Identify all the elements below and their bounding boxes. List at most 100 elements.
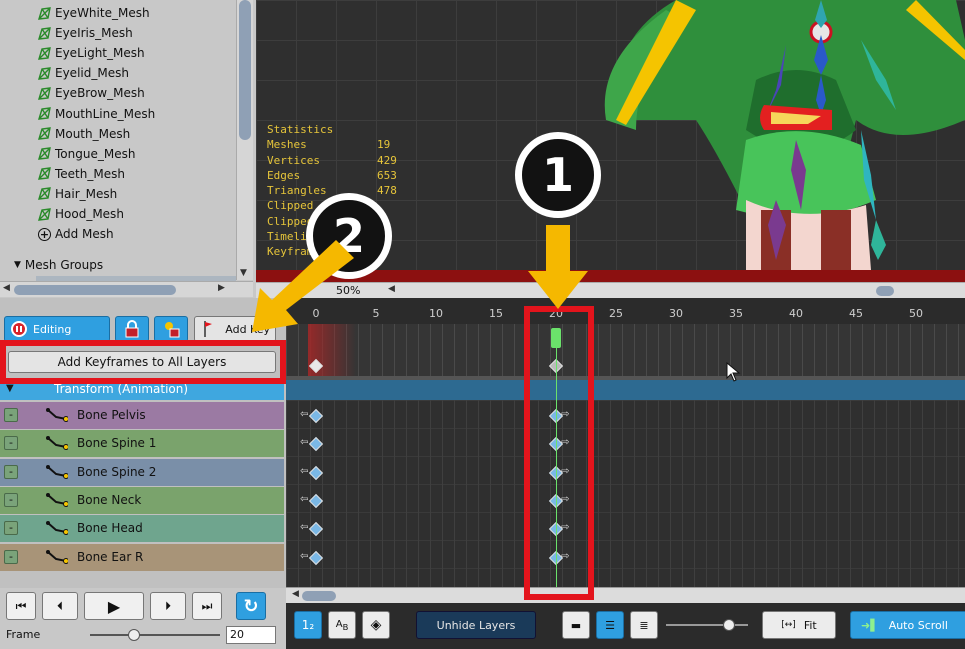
scroll-thumb[interactable] [14, 285, 176, 295]
mesh-item[interactable]: Eyelid_Mesh [38, 63, 129, 83]
row-height-medium-button[interactable]: ☰ [596, 611, 624, 639]
frame-slider-knob[interactable] [128, 629, 140, 641]
mesh-label: Mouth_Mesh [55, 126, 131, 141]
mesh-icon [38, 207, 51, 221]
timeline-ruler[interactable]: 0 5 10 15 20 25 30 35 40 45 50 [286, 306, 965, 324]
mesh-label: Tongue_Mesh [55, 146, 136, 161]
bone-icon [46, 521, 68, 536]
statistic-key: Meshes [267, 138, 307, 152]
collapse-button[interactable]: - [4, 492, 18, 507]
add-mesh-item[interactable]: + Add Mesh [38, 224, 114, 244]
mesh-item[interactable]: Hair_Mesh [38, 184, 117, 204]
callout-arrow-diagonal-icon [252, 240, 354, 332]
mesh-item[interactable]: EyeBrow_Mesh [38, 83, 145, 103]
keyframe-handle-arrow-icon[interactable]: ⇦ [300, 551, 308, 562]
mesh-groups-header[interactable]: ▼ Mesh Groups [14, 255, 103, 275]
scroll-right-arrow-icon[interactable]: ▶ [218, 283, 225, 293]
timeline-header-track[interactable] [286, 318, 965, 376]
mesh-item[interactable]: Teeth_Mesh [38, 164, 125, 184]
loop-icon: ↻ [243, 595, 259, 617]
next-frame-button[interactable]: ⏵ [150, 592, 186, 620]
scroll-thumb[interactable] [239, 0, 251, 140]
timeline-panel[interactable]: 0 5 10 15 20 25 30 35 40 45 50 ⇦ ⇨ ⇦ ⇨ ⇦ ⇨ ⇦ ⇨ ⇦ ⇨ ⇦ ⇨ [286, 298, 965, 600]
mesh-item[interactable]: Tongue_Mesh [38, 144, 135, 164]
mesh-item[interactable]: EyeWhite_Mesh [38, 3, 150, 23]
keyframe-handle-arrow-icon[interactable]: ⇦ [300, 466, 308, 477]
layer-row[interactable]: - Bone Neck [0, 486, 284, 514]
fit-label: Fit [803, 618, 817, 632]
mesh-icon [38, 87, 51, 100]
timeline-transform-track[interactable] [286, 380, 965, 400]
first-frame-button[interactable]: ⏮ [6, 592, 36, 620]
lock-toggle-button[interactable] [115, 316, 149, 342]
keyframe-handle-arrow-icon[interactable]: ⇦ [300, 494, 308, 505]
callout-number-1: 1 [515, 132, 601, 218]
light-lock-toggle-button[interactable] [154, 316, 188, 342]
sort-numeric-icon: 1₂ [301, 618, 315, 632]
ruler-tick-label: 15 [489, 307, 503, 320]
layers-button[interactable]: ◈ [362, 611, 390, 639]
unhide-layers-button[interactable]: Unhide Layers [416, 611, 536, 639]
last-frame-button[interactable]: ⏭ [192, 592, 222, 620]
scroll-left-arrow-icon[interactable]: ◀ [388, 284, 395, 294]
mesh-item[interactable]: EyeIris_Mesh [38, 23, 133, 43]
collapse-button[interactable]: - [4, 549, 18, 564]
editing-toggle-button[interactable]: Editing [4, 316, 110, 342]
mesh-groups-label: Mesh Groups [24, 258, 104, 272]
mesh-label: EyeIris_Mesh [55, 26, 133, 41]
sort-alpha-button[interactable]: AB [328, 611, 356, 639]
playback-controls: ⏮ ⏴ ▶ ⏵ ⏭ ↻ Frame 20 [0, 588, 286, 649]
mesh-item[interactable]: Mouth_Mesh [38, 124, 130, 144]
collapse-button[interactable]: - [4, 436, 18, 451]
viewport-zoom-bar[interactable]: 50% ◀ [256, 282, 965, 298]
fit-bracket-icon: [↔] [781, 620, 796, 630]
ruler-tick-label: 25 [609, 307, 623, 320]
hierarchy-horizontal-scrollbar[interactable]: ◀ ▶ [0, 281, 253, 297]
mouse-cursor-icon [726, 362, 741, 382]
row-height-small-button[interactable]: ▬ [562, 611, 590, 639]
collapse-button[interactable]: - [4, 521, 18, 536]
mesh-item[interactable]: Hood_Mesh [38, 204, 124, 224]
auto-scroll-label: Auto Scroll [888, 618, 948, 632]
zoom-scroll-thumb[interactable] [876, 286, 894, 296]
mesh-icon [38, 26, 51, 40]
previous-frame-button[interactable]: ⏴ [42, 592, 78, 620]
hierarchy-vertical-scrollbar[interactable]: ▼ [236, 0, 253, 280]
step-forward-icon: ⏵ [164, 598, 171, 613]
frame-number-input[interactable]: 20 [226, 626, 276, 644]
layer-row[interactable]: - Bone Spine 1 [0, 430, 284, 458]
ruler-tick-label: 30 [669, 307, 683, 320]
scroll-left-arrow-icon[interactable]: ◀ [292, 589, 299, 599]
collapse-button[interactable]: - [4, 408, 18, 422]
mesh-icon [38, 46, 51, 60]
sort-numeric-button[interactable]: 1₂ [294, 611, 322, 639]
mesh-icon [38, 6, 51, 20]
auto-scroll-button[interactable]: ➜▌ Auto Scroll [850, 611, 965, 639]
layer-name: Bone Ear R [77, 549, 144, 564]
fit-button[interactable]: [↔] Fit [762, 611, 836, 639]
key-flag-icon [204, 321, 212, 337]
statistic-key: Vertices [267, 153, 320, 167]
scroll-thumb[interactable] [302, 591, 336, 601]
bone-icon [46, 492, 68, 507]
scroll-left-arrow-icon[interactable]: ◀ [3, 283, 10, 293]
layer-row[interactable]: - Bone Spine 2 [0, 458, 284, 486]
mesh-item[interactable]: MouthLine_Mesh [38, 104, 155, 124]
layer-row[interactable]: - Bone Pelvis [0, 402, 284, 429]
row-height-large-button[interactable]: ≣ [630, 611, 658, 639]
keyframe-handle-arrow-icon[interactable]: ⇦ [300, 522, 308, 533]
collapse-button[interactable]: - [4, 464, 18, 479]
timeline-zoom-slider-knob[interactable] [723, 619, 735, 631]
keyframe-handle-arrow-icon[interactable]: ⇦ [300, 437, 308, 448]
timeline-layer-tracks[interactable] [286, 400, 965, 600]
timeline-horizontal-scrollbar[interactable]: ◀ [286, 587, 965, 603]
play-button[interactable]: ▶ [84, 592, 144, 620]
mesh-item[interactable]: EyeLight_Mesh [38, 43, 145, 63]
layer-row[interactable]: - Bone Ear R [0, 543, 284, 571]
loop-toggle-button[interactable]: ↻ [236, 592, 266, 620]
timeline-zoom-slider-track[interactable] [666, 624, 748, 626]
collapse-triangle-icon[interactable]: ▼ [6, 383, 14, 394]
keyframe-handle-arrow-icon[interactable]: ⇦ [300, 409, 308, 420]
layer-row[interactable]: - Bone Head [0, 515, 284, 543]
frame-slider-track[interactable] [90, 634, 220, 636]
